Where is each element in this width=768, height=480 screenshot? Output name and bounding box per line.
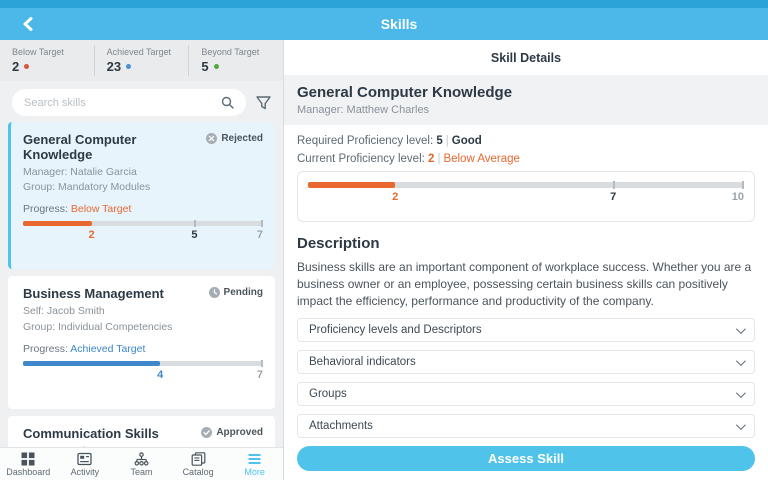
rejected-icon bbox=[206, 133, 217, 144]
skill-card[interactable]: Business Management Pending Self: Jacob … bbox=[8, 276, 275, 408]
more-hamburger-icon bbox=[247, 452, 262, 466]
proficiency-slider-card: 2710 bbox=[297, 171, 755, 222]
skills-list-panel: Below Target 2 Achieved Target 23 Beyond… bbox=[0, 40, 284, 480]
proficiency-slider[interactable]: 257 bbox=[23, 221, 263, 257]
chevron-down-icon bbox=[736, 324, 746, 334]
page-title: Skills bbox=[0, 16, 768, 32]
skill-card-meta: Group: Mandatory Modules bbox=[23, 180, 263, 195]
skill-card-title: Communication Skills bbox=[23, 426, 159, 441]
nav-item-dashboard[interactable]: Dashboard bbox=[0, 452, 57, 477]
skill-card-meta: Self: Jacob Smith bbox=[23, 304, 263, 319]
search-field[interactable] bbox=[12, 89, 246, 116]
chevron-down-icon bbox=[736, 420, 746, 430]
skills-app: Skills Below Target 2 Achieved Target 23… bbox=[0, 0, 768, 480]
skill-card-title: Business Management bbox=[23, 286, 164, 301]
description-title: Description bbox=[297, 235, 755, 252]
search-icon bbox=[221, 96, 234, 109]
proficiency-section: Required Proficiency level: 5|Good Curre… bbox=[284, 125, 768, 165]
description-section: Description Business skills are an impor… bbox=[284, 222, 768, 309]
approved-icon bbox=[201, 427, 212, 438]
description-text: Business skills are an important compone… bbox=[297, 259, 755, 309]
accordion-attachments[interactable]: Attachments bbox=[297, 414, 755, 438]
skill-card[interactable]: General Computer Knowledge Rejected Mana… bbox=[8, 122, 275, 269]
search-input[interactable] bbox=[24, 97, 221, 109]
stat-achieved-target: Achieved Target 23 bbox=[94, 45, 189, 76]
progress-label: Progress: Below Target bbox=[23, 203, 263, 215]
chevron-down-icon bbox=[736, 356, 746, 366]
achieved-target-dot bbox=[126, 64, 131, 69]
nav-item-team[interactable]: Team bbox=[113, 452, 170, 477]
accordion-proficiency-levels[interactable]: Proficiency levels and Descriptors bbox=[297, 318, 755, 342]
progress-label: Progress: Achieved Target bbox=[23, 343, 263, 355]
status-badge: Rejected bbox=[206, 133, 263, 144]
activity-card-icon bbox=[77, 452, 92, 466]
required-proficiency-line: Required Proficiency level: 5|Good bbox=[297, 135, 755, 147]
skill-card-meta: Manager: Natalie Garcia bbox=[23, 165, 263, 180]
stat-below-target: Below Target 2 bbox=[0, 45, 94, 76]
chevron-left-icon bbox=[22, 17, 34, 31]
app-bar: Skills bbox=[0, 8, 768, 40]
current-proficiency-line: Current Proficiency level: 2|Below Avera… bbox=[297, 153, 755, 165]
stats-summary: Below Target 2 Achieved Target 23 Beyond… bbox=[0, 40, 283, 81]
stat-beyond-target: Beyond Target 5 bbox=[188, 45, 283, 76]
team-orgchart-icon bbox=[134, 452, 149, 466]
status-badge: Pending bbox=[209, 287, 263, 298]
details-panel-title: Skill Details bbox=[284, 40, 768, 76]
status-bar bbox=[0, 0, 768, 8]
proficiency-slider[interactable]: 47 bbox=[23, 361, 263, 397]
nav-item-catalog[interactable]: Catalog bbox=[170, 452, 227, 477]
catalog-pages-icon bbox=[191, 452, 206, 466]
skill-title-band: General Computer Knowledge Manager: Matt… bbox=[284, 76, 768, 125]
beyond-target-dot bbox=[214, 64, 219, 69]
skill-details-panel: Skill Details General Computer Knowledge… bbox=[284, 40, 768, 480]
status-badge: Approved bbox=[201, 427, 263, 438]
dashboard-grid-icon bbox=[21, 452, 35, 466]
assess-skill-button[interactable]: Assess Skill bbox=[297, 446, 755, 471]
accordion-list: Proficiency levels and Descriptors Behav… bbox=[284, 309, 768, 438]
nav-item-more[interactable]: More bbox=[226, 452, 283, 477]
skill-card-title: General Computer Knowledge bbox=[23, 132, 206, 162]
assessment-history-section: Assessment history NG Natalie Garcia bbox=[284, 471, 768, 480]
detail-skill-manager: Manager: Matthew Charles bbox=[297, 104, 755, 116]
below-target-dot bbox=[24, 64, 29, 69]
detail-proficiency-slider[interactable]: 2710 bbox=[308, 182, 744, 219]
pending-icon bbox=[209, 287, 220, 298]
filter-icon[interactable] bbox=[256, 96, 271, 110]
detail-skill-title: General Computer Knowledge bbox=[297, 84, 755, 101]
bottom-navigation: Dashboard Activity Team Catalog More bbox=[0, 447, 283, 480]
accordion-behavioral-indicators[interactable]: Behavioral indicators bbox=[297, 350, 755, 374]
accordion-groups[interactable]: Groups bbox=[297, 382, 755, 406]
chevron-down-icon bbox=[736, 388, 746, 398]
skill-card-meta: Group: Individual Competencies bbox=[23, 320, 263, 335]
nav-item-activity[interactable]: Activity bbox=[57, 452, 114, 477]
back-button[interactable] bbox=[16, 12, 40, 36]
